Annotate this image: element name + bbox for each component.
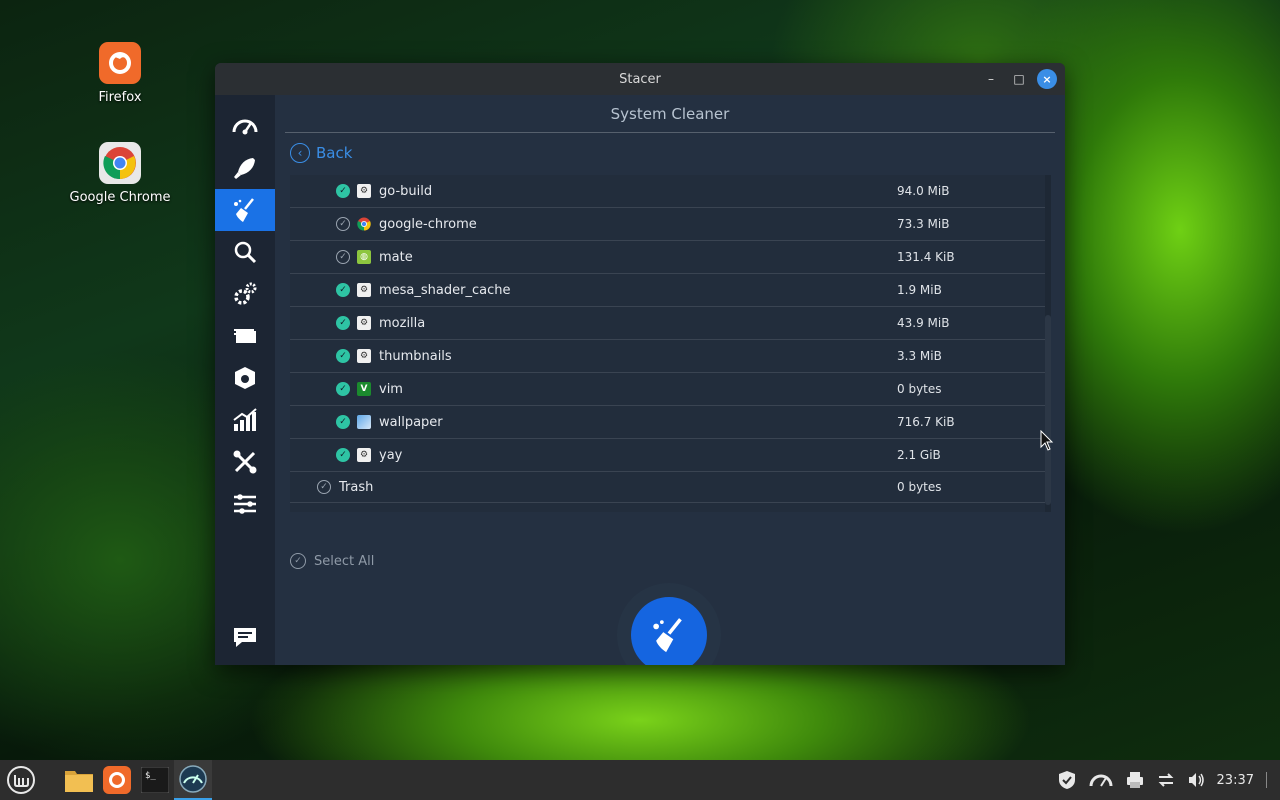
services-icon bbox=[234, 282, 257, 305]
search-icon bbox=[234, 241, 257, 264]
firefox-icon bbox=[103, 766, 131, 794]
menu-button[interactable] bbox=[2, 760, 40, 800]
shield-icon[interactable] bbox=[1057, 770, 1077, 790]
taskbar-terminal[interactable]: $_ bbox=[136, 760, 174, 800]
list-item[interactable]: ✓ Trash 0 bytes bbox=[290, 472, 1050, 503]
sidebar-item-startup[interactable] bbox=[215, 147, 275, 189]
clean-button[interactable] bbox=[617, 583, 721, 665]
gear-icon: ⚙ bbox=[357, 316, 371, 330]
gear-icon: ⚙ bbox=[357, 184, 371, 198]
sidebar-item-services[interactable] bbox=[215, 273, 275, 315]
printer-icon[interactable] bbox=[1125, 771, 1145, 789]
list-item[interactable]: ✓ ⚙ mozilla 43.9 MiB bbox=[290, 307, 1050, 340]
system-tray: 23:37 bbox=[1057, 760, 1270, 800]
settings-icon bbox=[234, 494, 256, 514]
list-item[interactable]: ✓ V vim 0 bytes bbox=[290, 373, 1050, 406]
sidebar-item-search[interactable] bbox=[215, 231, 275, 273]
close-button[interactable]: × bbox=[1037, 69, 1057, 89]
desktop-icon-google-chrome[interactable]: Google Chrome bbox=[65, 142, 175, 205]
list-scrollbar[interactable] bbox=[1045, 175, 1051, 512]
dashboard-icon bbox=[232, 119, 258, 135]
checkbox-unchecked-icon[interactable]: ✓ bbox=[336, 217, 350, 231]
chrome-icon bbox=[99, 142, 141, 184]
svg-text:$_: $_ bbox=[145, 771, 156, 781]
sidebar bbox=[215, 95, 275, 665]
checkbox-unchecked-icon[interactable]: ✓ bbox=[317, 480, 331, 494]
gear-icon: ⚙ bbox=[357, 448, 371, 462]
sidebar-item-resources[interactable] bbox=[215, 399, 275, 441]
back-button[interactable]: ‹ Back bbox=[290, 143, 352, 163]
uninstaller-icon bbox=[235, 367, 255, 389]
checkbox-checked-icon[interactable]: ✓ bbox=[336, 382, 350, 396]
stacer-window: Stacer – □ × System Cleaner ‹ Back ✓ ⚙ g… bbox=[215, 63, 1065, 665]
page-title: System Cleaner bbox=[285, 95, 1055, 133]
select-all-label: Select All bbox=[314, 553, 375, 569]
wallpaper-icon bbox=[357, 415, 371, 429]
sidebar-item-processes[interactable] bbox=[215, 315, 275, 357]
clock[interactable]: 23:37 bbox=[1217, 773, 1254, 788]
maximize-button[interactable]: □ bbox=[1009, 69, 1029, 89]
minimize-button[interactable]: – bbox=[981, 69, 1001, 89]
select-all-checkbox[interactable]: ✓ Select All bbox=[290, 553, 374, 569]
folder-icon bbox=[65, 771, 93, 792]
sidebar-item-settings[interactable] bbox=[215, 483, 275, 525]
back-arrow-icon: ‹ bbox=[290, 143, 310, 163]
list-item[interactable]: ✓ ⚙ thumbnails 3.3 MiB bbox=[290, 340, 1050, 373]
desktop-icon-firefox[interactable]: Firefox bbox=[65, 42, 175, 105]
taskbar-files[interactable] bbox=[60, 760, 98, 800]
mouse-cursor-icon bbox=[1040, 430, 1054, 451]
checkbox-checked-icon[interactable]: ✓ bbox=[336, 316, 350, 330]
feedback-icon bbox=[234, 628, 256, 647]
network-icon[interactable] bbox=[1157, 771, 1175, 789]
checkbox-checked-icon[interactable]: ✓ bbox=[336, 283, 350, 297]
checkbox-unchecked-icon[interactable]: ✓ bbox=[336, 250, 350, 264]
scrollbar-thumb[interactable] bbox=[1045, 315, 1051, 505]
dashboard-icon[interactable] bbox=[1089, 770, 1113, 790]
window-titlebar[interactable]: Stacer – □ × bbox=[215, 63, 1065, 95]
main-panel: System Cleaner ‹ Back ✓ ⚙ go-build 94.0 … bbox=[275, 95, 1065, 665]
list-item[interactable]: ✓ wallpaper 716.7 KiB bbox=[290, 406, 1050, 439]
mint-logo-icon bbox=[7, 766, 35, 794]
sidebar-item-feedback[interactable] bbox=[215, 617, 275, 659]
terminal-icon: $_ bbox=[141, 767, 169, 793]
broom-icon bbox=[653, 618, 682, 653]
sidebar-item-dashboard[interactable] bbox=[215, 105, 275, 147]
firefox-icon bbox=[99, 42, 141, 84]
taskbar-stacer[interactable] bbox=[174, 760, 212, 800]
gear-icon: ⚙ bbox=[357, 283, 371, 297]
checkbox-checked-icon[interactable]: ✓ bbox=[336, 184, 350, 198]
desktop-icon-label: Google Chrome bbox=[69, 190, 171, 205]
cleaner-list: ✓ ⚙ go-build 94.0 MiB ✓ google-chrome 73… bbox=[290, 175, 1050, 512]
checkbox-checked-icon[interactable]: ✓ bbox=[336, 349, 350, 363]
more-icon[interactable] bbox=[1266, 772, 1270, 788]
startup-apps-icon bbox=[234, 158, 255, 179]
resources-icon bbox=[233, 408, 257, 431]
checkbox-checked-icon[interactable]: ✓ bbox=[336, 415, 350, 429]
volume-icon[interactable] bbox=[1187, 771, 1205, 789]
gear-icon: ⚙ bbox=[357, 349, 371, 363]
list-item[interactable]: ✓ google-chrome 73.3 MiB bbox=[290, 208, 1050, 241]
checkbox-unchecked-icon: ✓ bbox=[290, 553, 306, 569]
taskbar: $_ 23:37 bbox=[0, 760, 1280, 800]
mate-icon: ◍ bbox=[357, 250, 371, 264]
system-cleaner-icon bbox=[234, 198, 254, 222]
sidebar-item-uninstaller[interactable] bbox=[215, 357, 275, 399]
helpers-icon bbox=[233, 450, 257, 474]
list-item[interactable]: ✓ ⚙ mesa_shader_cache 1.9 MiB bbox=[290, 274, 1050, 307]
back-label: Back bbox=[316, 144, 353, 162]
sidebar-item-helpers[interactable] bbox=[215, 441, 275, 483]
list-item[interactable]: ✓ ⚙ go-build 94.0 MiB bbox=[290, 175, 1050, 208]
stacer-icon bbox=[179, 765, 207, 793]
sidebar-item-system-cleaner[interactable] bbox=[215, 189, 275, 231]
desktop-icon-label: Firefox bbox=[98, 90, 142, 105]
vim-icon: V bbox=[357, 382, 371, 396]
window-title: Stacer bbox=[619, 71, 661, 87]
chrome-icon bbox=[357, 217, 371, 231]
list-item[interactable]: ✓ ⚙ yay 2.1 GiB bbox=[290, 439, 1050, 472]
taskbar-firefox[interactable] bbox=[98, 760, 136, 800]
list-item[interactable]: ✓ ◍ mate 131.4 KiB bbox=[290, 241, 1050, 274]
checkbox-checked-icon[interactable]: ✓ bbox=[336, 448, 350, 462]
processes-icon bbox=[234, 329, 256, 343]
